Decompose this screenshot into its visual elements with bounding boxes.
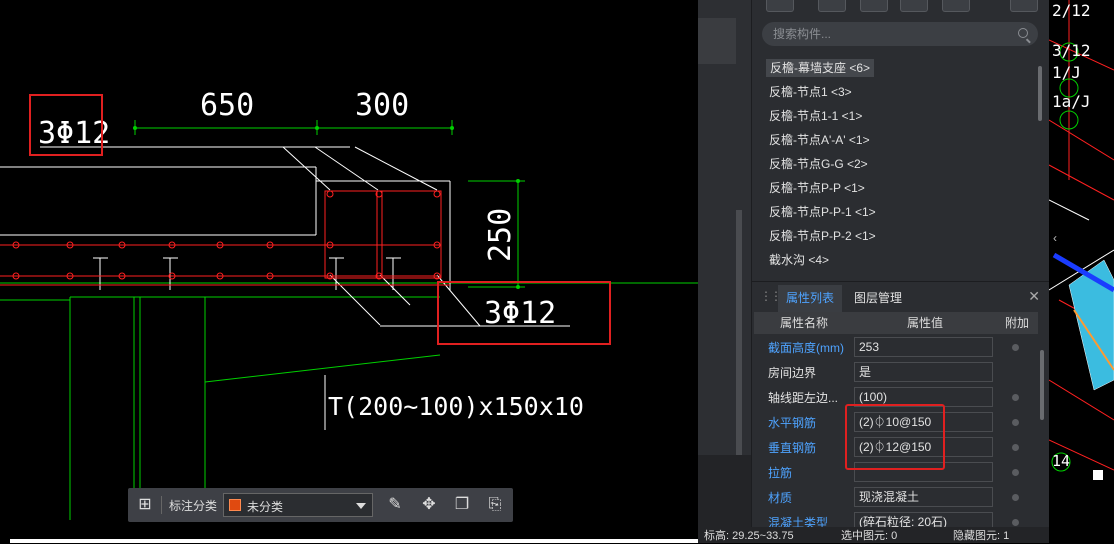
list-item[interactable]: 反檐-节点A'-A' <1> [766,129,1034,153]
paste-icon[interactable]: ⎘ [486,496,504,514]
property-value[interactable]: 是 [854,362,993,382]
edit-icon[interactable]: ✎ [386,496,404,514]
table-row: 截面高度(mm) 253 [754,335,1038,360]
dim-650: 650 [200,88,254,123]
list-item-label: 反檐-节点1 <3> [769,85,852,99]
list-item-label: 反檐-幕墙支座 <6> [766,59,875,77]
search-input[interactable]: 搜索构件... [762,22,1038,46]
grid-label-1-j: 1/J [1052,63,1081,82]
search-placeholder: 搜索构件... [773,27,832,41]
list-item[interactable]: 反檐-节点P-P-2 <1> [766,225,1034,249]
delete-button[interactable] [860,0,888,12]
category-color-swatch [229,499,241,511]
status-selected: 选中图元: 0 [841,530,898,542]
new-button[interactable] [766,0,794,12]
chevron-down-icon [356,503,366,509]
property-table-header: 属性名称 属性值 附加 [754,312,1038,334]
grid-label-2-12: 2/12 [1052,1,1091,20]
side-dark-block [698,455,751,535]
header-value: 属性值 [906,316,943,330]
more-button[interactable] [1010,0,1038,12]
tab-layers[interactable]: 图层管理 [846,285,910,312]
list-item-label: 反檐-节点A'-A' <1> [769,133,870,147]
property-name: 截面高度(mm) [768,341,844,355]
search-icon[interactable] [1018,28,1028,38]
cad-drawing-canvas[interactable]: 650 300 250 3Φ12 3Φ12 T(200~100)x150x10 … [0,0,698,543]
chevron-left-icon[interactable]: ‹ [1053,231,1057,245]
tab-properties[interactable]: 属性列表 [778,285,843,312]
annotation-category-label: 标注分类 [169,499,218,513]
property-name: 轴线距左边... [768,391,839,405]
dim-250: 250 [483,208,518,262]
list-item-label: 反檐-节点1-1 <1> [769,109,863,123]
property-value[interactable]: 现浇混凝土 [854,487,993,507]
close-icon[interactable]: ✕ [1028,288,1040,305]
import-button[interactable] [942,0,970,12]
list-item[interactable]: 截水沟 <4> [766,249,1034,273]
list-item[interactable]: 反檐-节点P-P-1 <1> [766,201,1034,225]
drag-handle-icon[interactable]: ⋮⋮ [760,289,782,303]
list-scrollbar[interactable] [1038,66,1042,121]
side-block [698,18,736,64]
attach-checkbox[interactable] [1012,494,1019,501]
scroll-strip [10,539,698,543]
section-label: T(200~100)x150x10 [328,392,584,421]
attach-checkbox[interactable] [1012,394,1019,401]
attach-checkbox[interactable] [1012,519,1019,526]
rebar-label-bottom: 3Φ12 [484,296,556,331]
property-scrollbar[interactable] [1040,350,1044,420]
list-item-label: 反檐-节点P-P-1 <1> [769,205,876,219]
property-value[interactable]: 253 [854,337,993,357]
header-name: 属性名称 [779,316,828,330]
list-item[interactable]: 反檐-节点1-1 <1> [766,105,1034,129]
layer-copy-button[interactable] [900,0,928,12]
grid-label-3-12: 3/12 [1052,41,1091,60]
attach-checkbox[interactable] [1012,344,1019,351]
list-item-label: 截水沟 <4> [769,253,830,267]
vertical-scrollbar[interactable] [736,210,742,460]
rebar-label-top: 3Φ12 [38,116,110,151]
list-item[interactable]: 反檐-节点P-P <1> [766,177,1034,201]
dim-300: 300 [355,88,409,123]
cad-drawing: 650 300 250 3Φ12 3Φ12 T(200~100)x150x10 [0,88,698,520]
table-row: 房间边界 是 [754,360,1038,385]
list-item[interactable]: 反檐-幕墙支座 <6> [766,57,1034,81]
3d-viewport[interactable]: 2/12 3/12 1/J 1a/J 14 ‹ [1049,0,1114,543]
category-dropdown-value: 未分类 [247,500,284,514]
status-hidden: 隐藏图元: 1 [953,530,1010,542]
component-list: 反檐-幕墙支座 <6> 反檐-节点1 <3> 反檐-节点1-1 <1> 反檐-节… [766,57,1034,273]
property-name: 拉筋 [768,466,793,480]
copy-icon[interactable]: ❐ [453,496,471,514]
property-tabs: ⋮⋮ 属性列表 图层管理 ✕ [752,281,1050,312]
grid-label-14: 14 [1052,452,1070,470]
floating-toolbar: ⊞ 标注分类 未分类 ✎ ✥ ❐ ⎘ [128,488,513,522]
property-name: 水平钢筋 [768,416,817,430]
list-item[interactable]: 反檐-节点G-G <2> [766,153,1034,177]
property-name: 垂直钢筋 [768,441,817,455]
3d-view-drawing: 2/12 3/12 1/J 1a/J 14 ‹ [1049,0,1114,480]
list-item-label: 反檐-节点P-P-2 <1> [769,229,876,243]
property-name: 材质 [768,491,793,505]
list-item[interactable]: 反檐-节点1 <3> [766,81,1034,105]
splitter-area [698,0,751,543]
attach-checkbox[interactable] [1012,419,1019,426]
table-row: 材质 现浇混凝土 [754,485,1038,510]
attach-checkbox[interactable] [1012,469,1019,476]
highlight-box-rebar [845,404,945,470]
list-item-label: 反檐-节点P-P <1> [769,181,865,195]
list-item-label: 反檐-节点G-G <2> [769,157,868,171]
header-extra: 附加 [1004,316,1029,330]
toolbar-separator [161,496,162,514]
category-grid-icon[interactable]: ⊞ [136,496,154,514]
status-elevation: 标高: 29.25~33.75 [704,530,794,542]
grid-label-1a-j: 1a/J [1052,92,1091,111]
category-dropdown[interactable]: 未分类 [223,493,373,517]
attach-checkbox[interactable] [1012,444,1019,451]
property-name: 房间边界 [768,366,817,380]
copy-component-button[interactable] [818,0,846,12]
move-icon[interactable]: ✥ [420,496,438,514]
status-bar: 标高: 29.25~33.75 选中图元: 0 隐藏图元: 1 [698,527,1049,543]
